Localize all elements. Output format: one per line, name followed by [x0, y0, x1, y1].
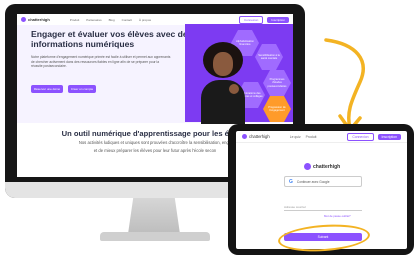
logo-icon: [304, 163, 311, 170]
nav-link[interactable]: Produit: [70, 18, 80, 22]
nav-links: Produit Partenaires Blog Contact À propo…: [70, 18, 151, 22]
nav-link[interactable]: Le quiz: [290, 135, 301, 139]
create-account-button[interactable]: Créer un compte: [68, 85, 96, 93]
hero-title: Engager et évaluer vos élèves avec des i…: [31, 29, 193, 49]
google-signin-button[interactable]: G Continuer avec Google: [284, 176, 362, 187]
login-button[interactable]: Connexion: [347, 132, 374, 141]
brand-name: chatterhigh: [249, 134, 270, 139]
nav-link[interactable]: Contact: [122, 18, 132, 22]
hero-illustration: Alphabétisation financière Sensibilisati…: [185, 24, 293, 124]
email-field[interactable]: Adresse courriel: [284, 201, 362, 211]
monitor-stand: [128, 198, 180, 234]
hex-tile: Programmes d'études postsecondaires: [263, 70, 291, 96]
brand-logo[interactable]: chatterhigh: [242, 134, 270, 139]
brand-name: chatterhigh: [313, 163, 341, 170]
demo-button[interactable]: Réserver une démo: [31, 85, 63, 93]
nav-link[interactable]: Blog: [109, 18, 115, 22]
brand-name: chatterhigh: [28, 17, 50, 22]
nav-link[interactable]: Partenaires: [86, 18, 101, 22]
nav-link[interactable]: Produit: [306, 135, 317, 139]
email-placeholder: Adresse courriel: [284, 205, 306, 209]
signup-button[interactable]: Inscription: [267, 16, 289, 23]
login-brand: chatterhigh: [304, 163, 340, 170]
brand-logo[interactable]: chatterhigh: [21, 17, 50, 22]
logo-icon: [242, 134, 247, 139]
google-icon: G: [289, 178, 293, 185]
hex-tile: Progression de l'engagement: [263, 96, 291, 122]
student-photo: [199, 42, 247, 124]
tablet-navbar: chatterhigh Le quiz Produit Connexion In…: [236, 131, 407, 143]
forgot-password-link[interactable]: Mot de passe oublié?: [324, 214, 351, 218]
google-button-label: Continuer avec Google: [296, 179, 330, 184]
monitor-base: [100, 232, 210, 241]
logo-icon: [21, 17, 26, 22]
hero-text: Notre plateforme d'engagement numérique …: [31, 55, 171, 69]
login-button[interactable]: Connexion: [238, 15, 264, 24]
nav-link[interactable]: À propos: [139, 18, 151, 22]
signup-button[interactable]: Inscription: [377, 133, 401, 140]
hex-tile: Sensibilisation à la santé mentale: [255, 44, 283, 70]
